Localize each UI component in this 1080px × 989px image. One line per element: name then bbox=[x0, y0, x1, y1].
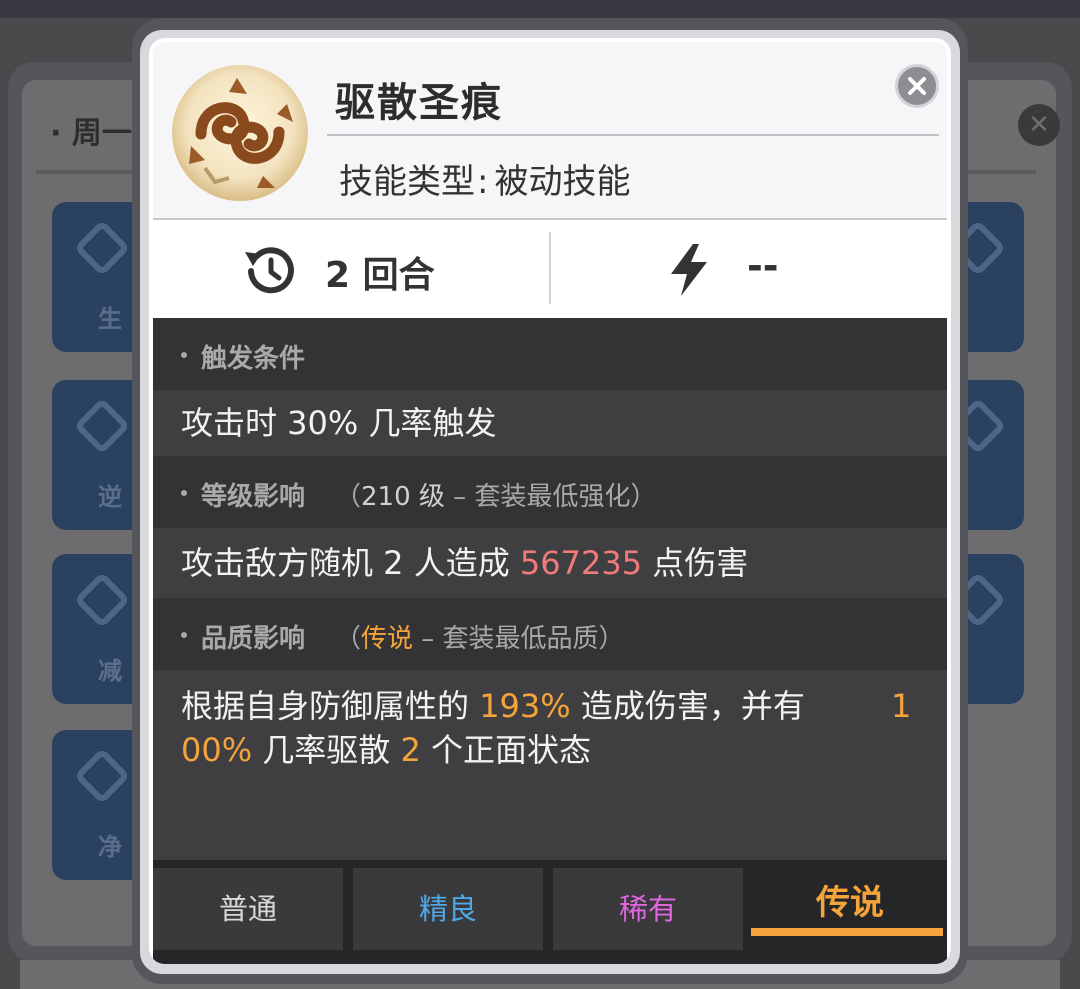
level-section-title: 等级影响 bbox=[201, 482, 306, 512]
skill-type-separator: : bbox=[477, 162, 489, 202]
skill-header: 驱散圣痕 技能类型: 被动技能 bbox=[153, 42, 947, 218]
quality-section-subtitle: （传说 – 套装最低品质） bbox=[335, 624, 625, 654]
skill-type: 技能类型: 被动技能 bbox=[339, 154, 630, 203]
cooldown-clock-icon bbox=[245, 247, 294, 294]
cooldown-value: 2 回合 bbox=[325, 255, 435, 296]
skill-popup: 驱散圣痕 技能类型: 被动技能 2 回合 -- 触发条件 攻击时 30% 几率触… bbox=[149, 38, 951, 964]
lightning-bolt-icon bbox=[671, 244, 707, 296]
quality-section-text: 根据自身防御属性的 193% 造成伤害，并有 1 00% 几率驱散 2 个正面状… bbox=[153, 670, 947, 860]
damage-value: 567235 bbox=[519, 544, 643, 582]
bullet-icon bbox=[181, 352, 187, 358]
trigger-section-header: 触发条件 bbox=[153, 318, 947, 390]
trigger-section-text: 攻击时 30% 几率触发 bbox=[153, 390, 947, 456]
level-section-text: 攻击敌方随机 2 人造成 567235 点伤害 bbox=[153, 528, 947, 598]
level-section-subtitle: （210 级 – 套装最低强化） bbox=[335, 482, 657, 512]
trigger-section-title: 触发条件 bbox=[201, 344, 306, 374]
bullet-icon bbox=[181, 632, 187, 638]
quality-text-line-2: 00% 几率驱散 2 个正面状态 bbox=[181, 731, 592, 769]
tab-fine[interactable]: 精良 bbox=[353, 868, 543, 950]
level-section-header: 等级影响 （210 级 – 套装最低强化） bbox=[153, 456, 947, 528]
quality-section-header: 品质影响 （传说 – 套装最低品质） bbox=[153, 598, 947, 670]
holy-scroll-swirl-icon bbox=[171, 64, 309, 202]
header-divider bbox=[327, 134, 939, 136]
energy-stat: -- bbox=[551, 220, 947, 318]
quality-section-title: 品质影响 bbox=[201, 624, 306, 654]
cooldown-stat: 2 回合 bbox=[153, 220, 549, 318]
tab-legendary[interactable]: 传说 bbox=[755, 868, 945, 950]
background-header-text: · 周一 bbox=[50, 116, 132, 151]
bullet-icon bbox=[181, 490, 187, 496]
skill-type-label: 技能类型 bbox=[339, 162, 475, 202]
active-tab-indicator bbox=[751, 928, 943, 936]
skill-name: 驱散圣痕 bbox=[335, 80, 503, 126]
skill-stats: 2 回合 -- bbox=[153, 220, 947, 318]
tab-rare[interactable]: 稀有 bbox=[553, 868, 743, 950]
energy-value: -- bbox=[747, 244, 779, 288]
close-icon bbox=[908, 77, 926, 95]
background-top-strip bbox=[0, 0, 1080, 18]
close-button[interactable] bbox=[895, 64, 939, 108]
quality-tabs: 普通 精良 稀有 传说 bbox=[153, 860, 947, 964]
skill-type-value: 被动技能 bbox=[494, 162, 631, 202]
tab-common[interactable]: 普通 bbox=[153, 868, 343, 950]
quality-text-line-1: 根据自身防御属性的 193% 造成伤害，并有 1 bbox=[181, 687, 912, 725]
background-close-icon: ✕ bbox=[1018, 104, 1060, 146]
